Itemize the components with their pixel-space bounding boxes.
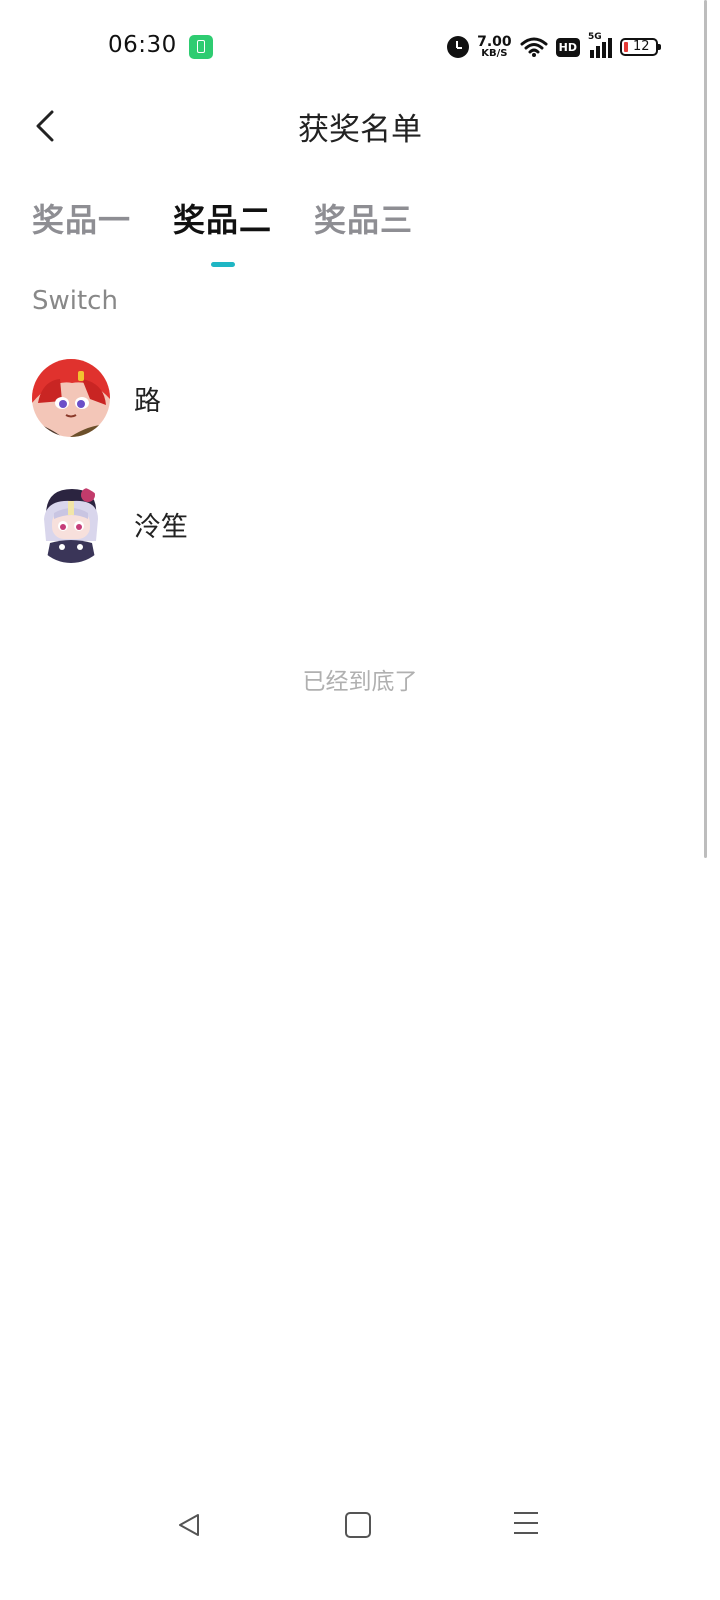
- menu-lines-icon[interactable]: [514, 1512, 538, 1536]
- status-bar: 06:30 7.00 KB/S HD 5G 12: [0, 0, 720, 96]
- battery-icon: 12: [620, 38, 661, 56]
- battery-saver-icon: [189, 35, 213, 59]
- header: 获奖名单: [0, 96, 720, 156]
- end-of-list-text: 已经到底了: [302, 669, 418, 695]
- list-item[interactable]: 路: [32, 358, 688, 438]
- network-type: 5G: [588, 32, 602, 42]
- page-title: 获奖名单: [298, 112, 422, 148]
- status-icons: 7.00 KB/S HD 5G 12: [447, 30, 661, 64]
- hd-icon: HD: [555, 37, 580, 57]
- avatar[interactable]: [32, 359, 110, 437]
- system-nav-bar: [0, 1490, 720, 1560]
- winner-name: 路: [134, 385, 161, 417]
- signal-icon: 5G: [588, 32, 612, 58]
- list-item[interactable]: 泠笙: [32, 484, 688, 564]
- network-speed-value: 7.00: [477, 34, 512, 50]
- prize-tabs: 奖品一 奖品二 奖品三: [32, 195, 455, 267]
- winner-list: 路 泠笙: [32, 358, 688, 610]
- network-speed-unit: KB/S: [481, 48, 508, 59]
- status-time: 06:30: [108, 32, 177, 58]
- network-speed: 7.00 KB/S: [477, 35, 512, 59]
- tab-prize-1[interactable]: 奖品一: [32, 195, 131, 255]
- wifi-icon: [520, 37, 548, 57]
- battery-level: 12: [633, 39, 650, 54]
- tab-prize-2[interactable]: 奖品二: [173, 195, 272, 267]
- back-triangle-icon[interactable]: [176, 1512, 202, 1538]
- avatar[interactable]: [32, 485, 110, 563]
- alarm-icon: [447, 36, 470, 58]
- home-square-icon[interactable]: [345, 1512, 371, 1538]
- scrollbar[interactable]: [704, 0, 707, 858]
- prize-name: Switch: [32, 286, 118, 316]
- winner-name: 泠笙: [134, 511, 188, 543]
- tab-prize-3[interactable]: 奖品三: [314, 195, 413, 255]
